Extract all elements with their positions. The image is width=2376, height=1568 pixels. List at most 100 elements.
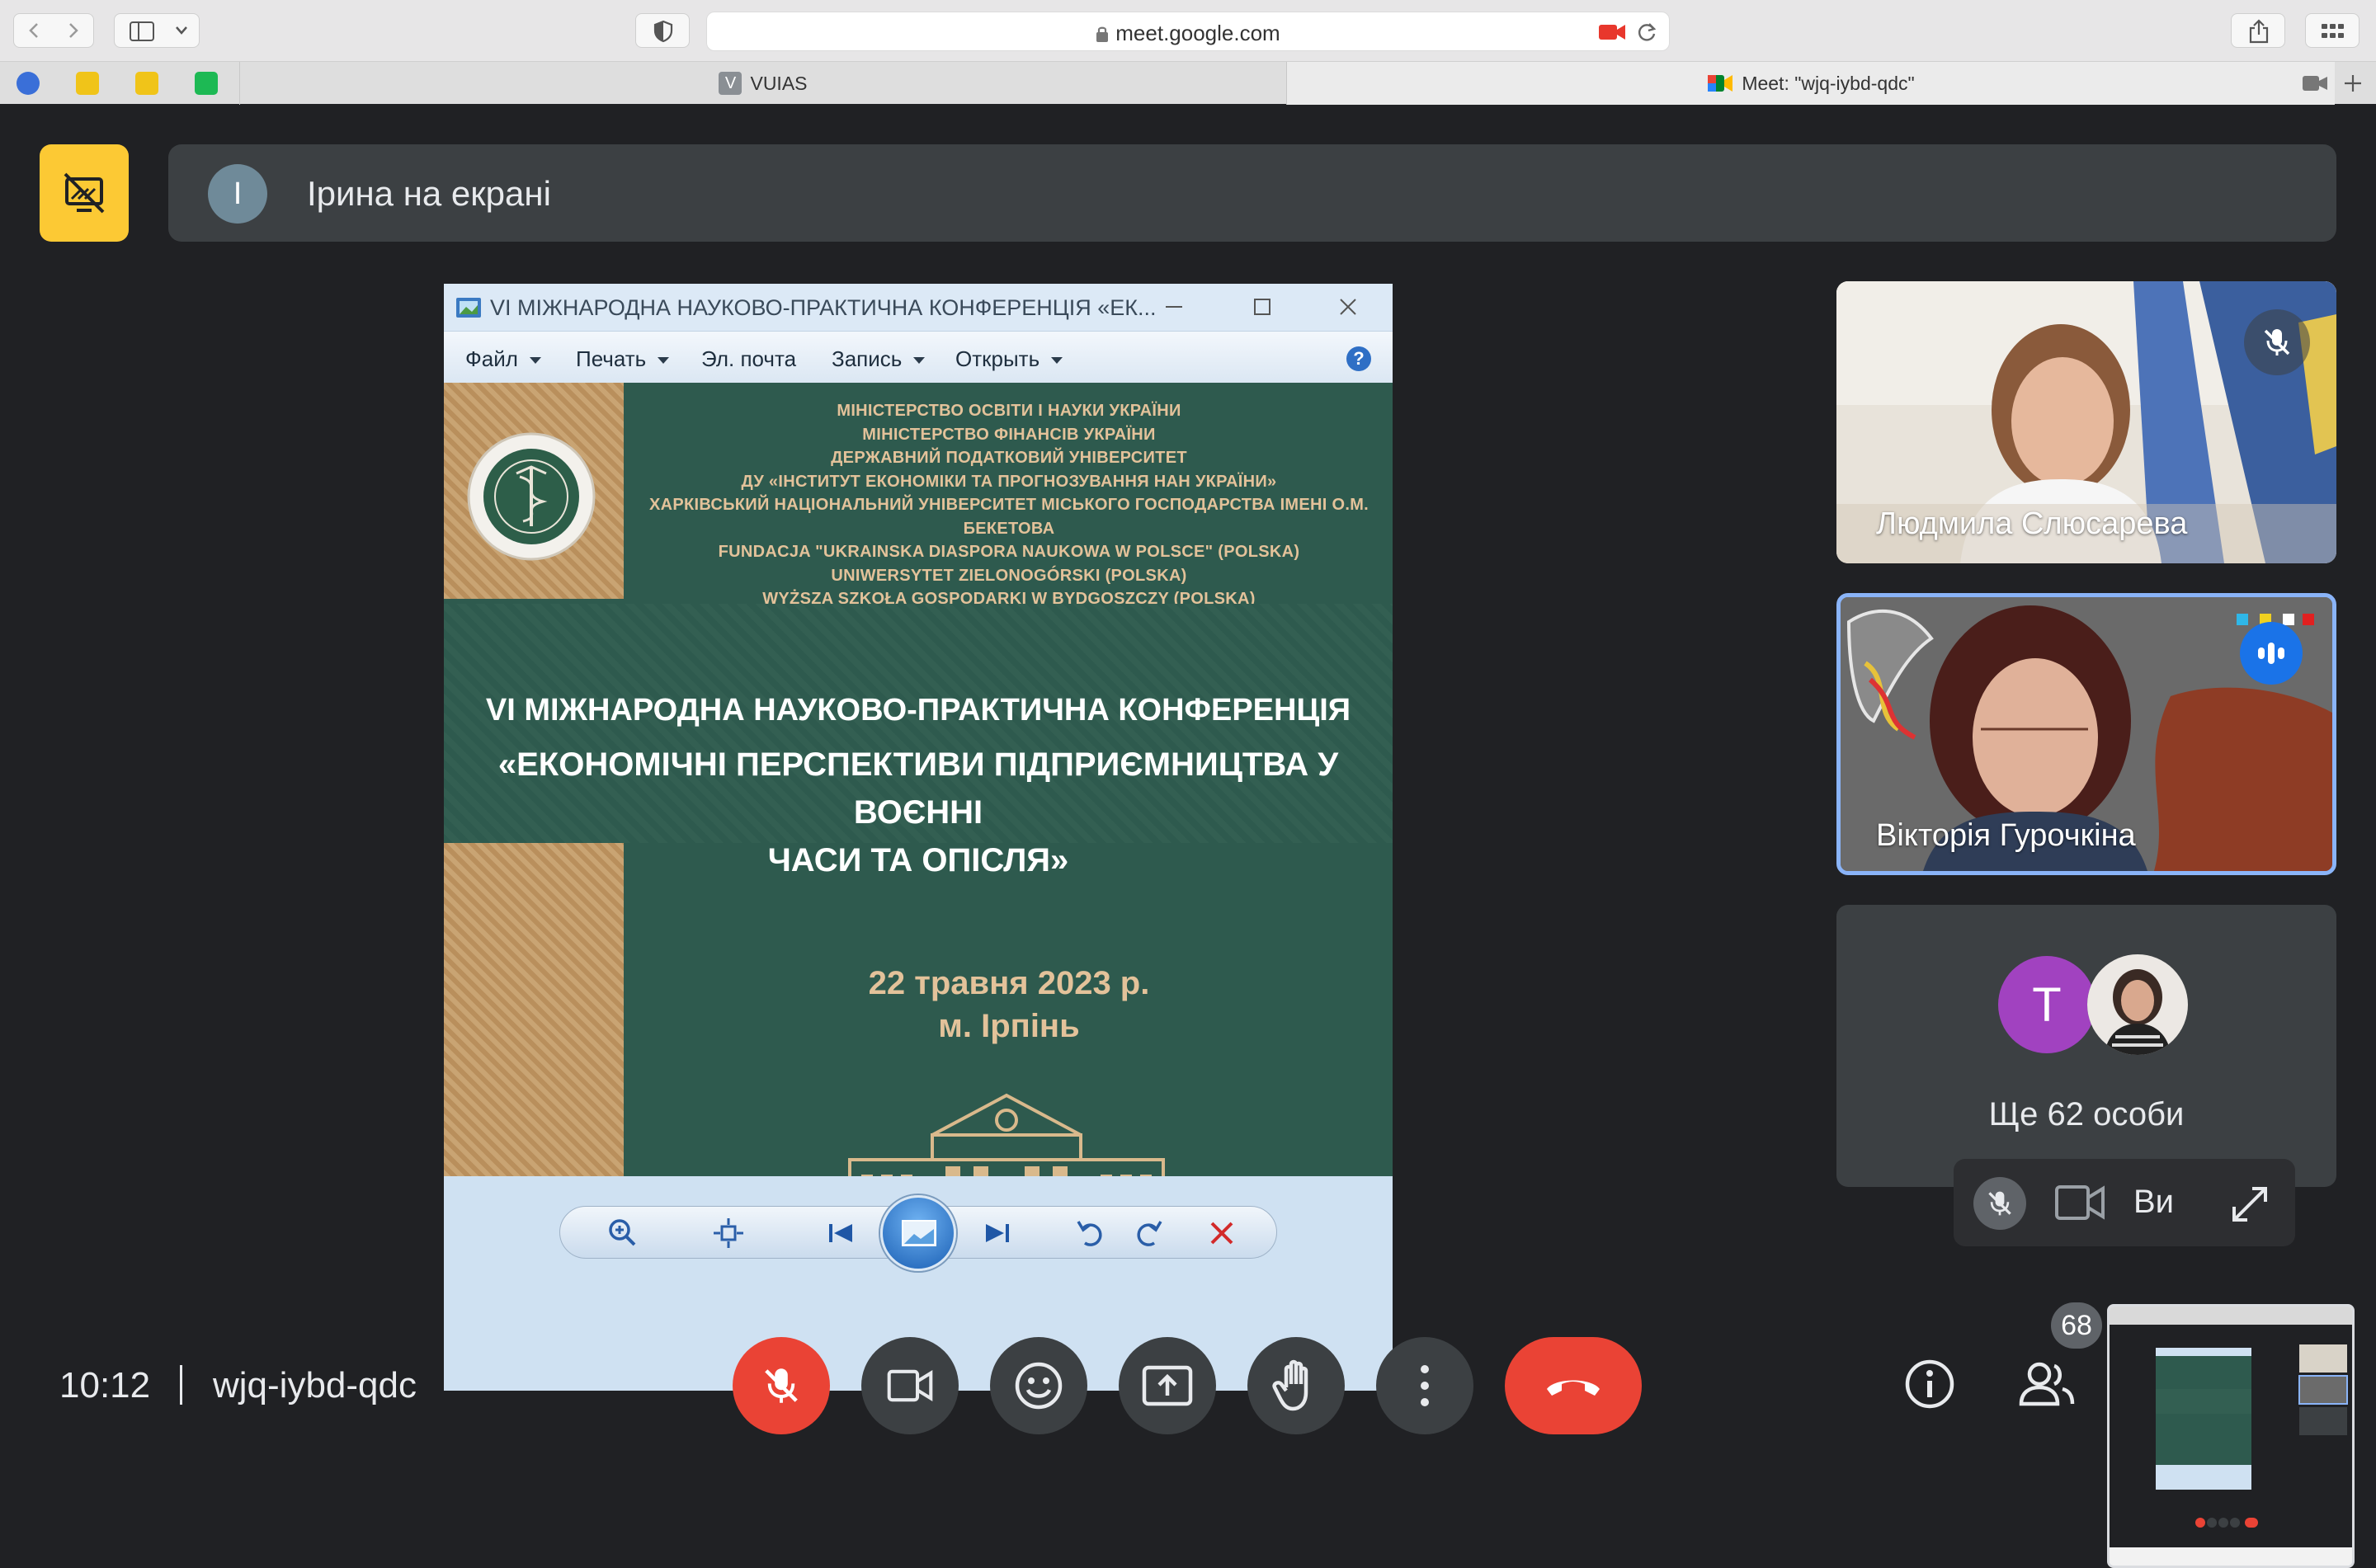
participant-name: Вікторія Гурочкіна: [1876, 818, 2136, 853]
browser-chrome: meet.google.com V VUIAS Meet: "wjq-iybd-…: [0, 0, 2376, 105]
rotate-right-icon[interactable]: [1133, 1217, 1166, 1250]
others-tile[interactable]: T Ще 62 особи: [1836, 905, 2336, 1187]
clock: 10:12: [59, 1365, 151, 1406]
zoom-icon[interactable]: [606, 1217, 639, 1250]
expand-icon[interactable]: [2229, 1184, 2270, 1225]
reactions-button[interactable]: [990, 1337, 1087, 1434]
camera-tab-icon[interactable]: [2302, 73, 2328, 93]
delete-icon[interactable]: [1205, 1217, 1238, 1250]
divider: [180, 1365, 182, 1405]
tab-strip: V VUIAS Meet: "wjq-iybd-qdc": [0, 61, 2376, 105]
window-title-bar: VI МІЖНАРОДНА НАУКОВО-ПРАКТИЧНА КОНФЕРЕН…: [444, 284, 1393, 332]
url-label: meet.google.com: [1115, 21, 1280, 45]
bookmark-favicon-3[interactable]: [135, 72, 158, 95]
menu-record[interactable]: Запись: [832, 346, 926, 372]
sidebar-toggle-button[interactable]: [114, 13, 200, 48]
bookmark-favicon-1[interactable]: [16, 72, 40, 95]
menu-file-label: Файл: [465, 346, 518, 371]
svg-text:?: ?: [1353, 348, 1364, 369]
menu-email[interactable]: Эл. почта: [701, 346, 796, 372]
organizer-line: UNIWERSYTET ZIELONOGÓRSKI (POLSKA): [831, 566, 1187, 585]
new-tab-icon[interactable]: [2343, 73, 2363, 93]
conference-line-3: ЧАСИ ТА ОПІСЛЯ»: [767, 842, 1069, 878]
people-button[interactable]: [2010, 1347, 2084, 1421]
tab-label: VUIAS: [750, 72, 808, 94]
mic-off-icon: [1988, 1191, 2011, 1216]
present-off-icon: [64, 172, 105, 214]
present-now-button[interactable]: [1119, 1337, 1216, 1434]
conference-date: 22 травня 2023 р.: [868, 965, 1150, 1001]
leave-call-button[interactable]: [1505, 1337, 1642, 1434]
fit-window-icon[interactable]: [712, 1217, 745, 1250]
self-screen-preview[interactable]: [2107, 1304, 2355, 1568]
share-button[interactable]: [2231, 13, 2285, 48]
menu-print-label: Печать: [576, 346, 647, 371]
back-icon[interactable]: [26, 21, 44, 40]
conference-line-1: VI МІЖНАРОДНА НАУКОВО-ПРАКТИЧНА КОНФЕРЕН…: [485, 693, 1351, 727]
participants-count-badge: 68: [2051, 1302, 2102, 1349]
muted-badge: [2244, 309, 2310, 375]
camera-icon[interactable]: [2054, 1184, 2105, 1222]
more-options-button[interactable]: [1376, 1337, 1473, 1434]
close-icon[interactable]: [1338, 297, 1358, 317]
lock-icon: [1096, 26, 1109, 42]
tab-meet[interactable]: Meet: "wjq-iybd-qdc": [1287, 62, 2335, 105]
conference-line-2: «ЕКОНОМІЧНІ ПЕРСПЕКТИВИ ПІДПРИЄМНИЦТВА У…: [497, 746, 1339, 831]
organizer-line: МІНІСТЕРСТВО ФІНАНСІВ УКРАЇНИ: [862, 425, 1156, 444]
meet-logo-icon: [1708, 75, 1733, 92]
audio-level-icon: [2258, 643, 2284, 664]
person-photo-icon: [2087, 954, 2188, 1055]
chevron-down-icon: [176, 26, 187, 35]
menu-email-label: Эл. почта: [701, 346, 797, 371]
conference-title-band: VI МІЖНАРОДНА НАУКОВО-ПРАКТИЧНА КОНФЕРЕН…: [444, 604, 1393, 878]
tab-vuias[interactable]: V VUIAS: [239, 62, 1287, 105]
presenter-banner: І Ірина на екрані: [168, 144, 2336, 242]
organizer-line: МІНІСТЕРСТВО ОСВІТИ І НАУКИ УКРАЇНИ: [837, 402, 1181, 420]
minimize-icon[interactable]: [1163, 299, 1185, 315]
grid-icon: [2322, 24, 2344, 38]
mic-off-icon: [765, 1368, 798, 1403]
bookmark-favicon-4[interactable]: [195, 72, 218, 95]
conference-theme: «ЕКОНОМІЧНІ ПЕРСПЕКТИВИ ПІДПРИЄМНИЦТВА У…: [469, 741, 1368, 884]
others-count-label: Ще 62 особи: [1988, 1096, 2185, 1132]
hand-icon: [1272, 1359, 1308, 1411]
next-icon[interactable]: [981, 1217, 1014, 1250]
slideshow-button[interactable]: [880, 1195, 956, 1271]
menu-file[interactable]: Файл: [465, 346, 541, 372]
meeting-code[interactable]: wjq-iybd-qdc: [213, 1365, 417, 1406]
previous-icon[interactable]: [824, 1217, 857, 1250]
maximize-icon[interactable]: [1252, 297, 1272, 317]
participant-tile[interactable]: Людмила Слюсарева: [1836, 281, 2336, 563]
self-mic-button[interactable]: [1973, 1177, 2026, 1230]
menu-print[interactable]: Печать: [576, 346, 670, 372]
present-icon: [1142, 1365, 1193, 1406]
raise-hand-button[interactable]: [1247, 1337, 1345, 1434]
window-menu-bar: Файл Печать Эл. почта Запись Открыть ?: [444, 332, 1393, 383]
avatar: І: [208, 164, 267, 224]
bookmark-favicon-2[interactable]: [76, 72, 99, 95]
mic-off-icon: [2264, 329, 2290, 356]
forward-icon[interactable]: [64, 21, 82, 40]
camera-toggle-button[interactable]: [861, 1337, 959, 1434]
more-vert-icon: [1421, 1365, 1429, 1406]
menu-record-label: Запись: [832, 346, 903, 371]
presenter-label: Ірина на екрані: [307, 174, 551, 213]
meeting-details-button[interactable]: [1893, 1347, 1967, 1421]
mic-toggle-button[interactable]: [733, 1337, 830, 1434]
camera-in-use-icon[interactable]: [1598, 23, 1626, 41]
reload-icon[interactable]: [1636, 21, 1657, 43]
privacy-shield-button[interactable]: [635, 13, 690, 48]
camera-icon: [887, 1369, 933, 1402]
organizer-line: ДУ «ІНСТИТУТ ЕКОНОМІКИ ТА ПРОГНОЗУВАННЯ …: [741, 472, 1277, 491]
participant-tile-active-speaker[interactable]: Вікторія Гурочкіна: [1836, 593, 2336, 875]
menu-open-label: Открыть: [955, 346, 1040, 371]
address-bar[interactable]: meet.google.com: [706, 12, 1670, 51]
emoji-icon: [1015, 1362, 1063, 1410]
help-icon[interactable]: ?: [1345, 345, 1373, 373]
menu-open[interactable]: Открыть: [955, 346, 1063, 372]
speaking-badge: [2240, 622, 2303, 685]
rotate-left-icon[interactable]: [1073, 1217, 1106, 1250]
stop-presenting-button[interactable]: [40, 144, 129, 242]
avatar: T: [1998, 956, 2096, 1053]
tab-overview-button[interactable]: [2305, 13, 2360, 48]
